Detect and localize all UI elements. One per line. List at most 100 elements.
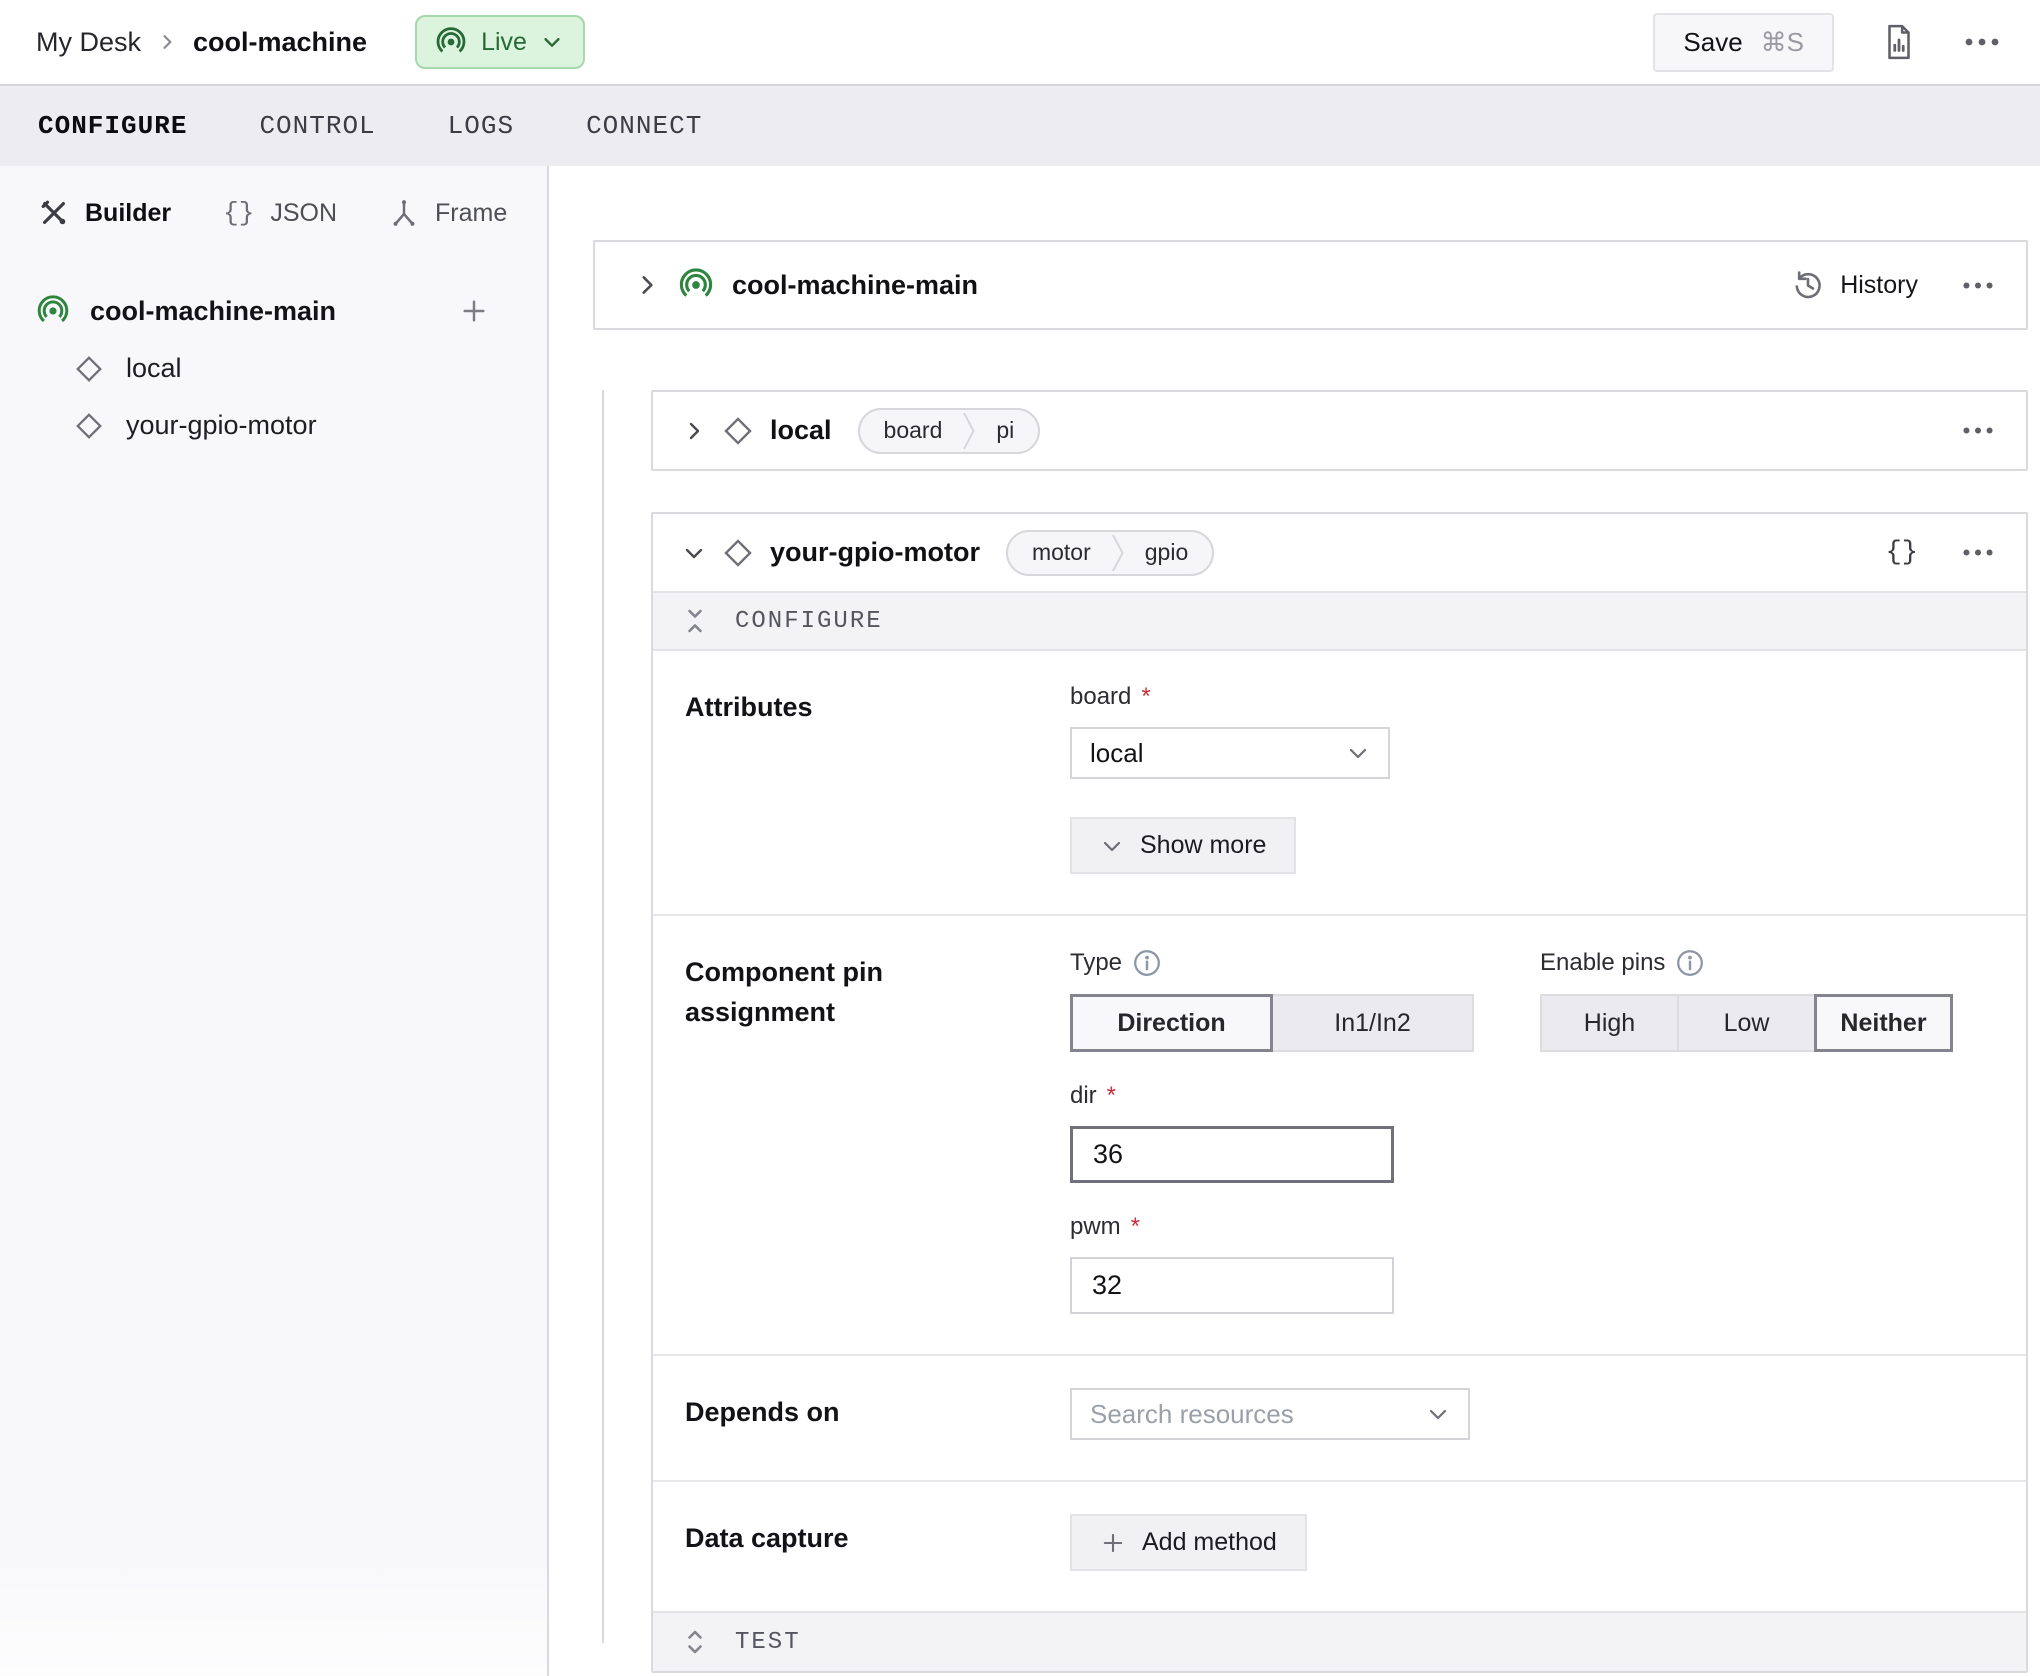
live-status-label: Live (481, 28, 527, 57)
required-marker: * (1131, 1213, 1140, 1241)
frame-axis-icon (389, 198, 419, 228)
data-capture-section-label: Data capture (685, 1518, 930, 1558)
expand-chevron-right-icon[interactable] (682, 419, 706, 443)
add-method-label: Add method (1142, 1528, 1277, 1557)
tab-control[interactable]: CONTROL (259, 111, 375, 141)
enable-pins-field-label: Enable pins (1540, 949, 1665, 977)
resource-type-tag: board pi (858, 408, 1041, 454)
tag-divider-chevron (1111, 530, 1125, 576)
resource-type-tag: motor gpio (1006, 530, 1214, 576)
tree-item-machine-part[interactable]: cool-machine-main (0, 282, 547, 340)
depends-on-placeholder: Search resources (1090, 1399, 1294, 1430)
dir-field-label: dir (1070, 1082, 1097, 1110)
info-icon[interactable] (1132, 948, 1162, 978)
tab-configure[interactable]: CONFIGURE (38, 111, 187, 141)
pin-assignment-row: Component pin assignment Type Direction (653, 914, 2026, 1354)
component-diamond-icon (722, 537, 754, 569)
tree-item-label: local (126, 353, 182, 384)
type-option-direction[interactable]: Direction (1070, 994, 1273, 1052)
live-status-button[interactable]: Live (415, 15, 585, 69)
view-frame[interactable]: Frame (389, 198, 507, 228)
required-marker: * (1107, 1082, 1116, 1110)
required-marker: * (1141, 683, 1150, 711)
machine-report-button[interactable] (1882, 23, 1916, 61)
component-diamond-icon (74, 354, 104, 384)
machine-part-card: cool-machine-main History (593, 240, 2028, 330)
depends-on-section-label: Depends on (685, 1392, 930, 1432)
attributes-row: Attributes board * local (653, 651, 2026, 914)
attributes-section-label: Attributes (685, 687, 930, 727)
data-capture-row: Data capture Add method (653, 1480, 2026, 1611)
resource-menu-button[interactable] (1962, 548, 1994, 557)
show-more-button[interactable]: Show more (1070, 817, 1296, 874)
add-resource-icon[interactable] (459, 296, 489, 326)
ellipsis-icon (1962, 281, 1994, 290)
tree-item-local[interactable]: local (0, 340, 547, 397)
type-toggle-group: Direction In1/In2 (1070, 994, 1474, 1052)
chevron-down-icon (541, 31, 563, 53)
save-button[interactable]: Save ⌘S (1653, 13, 1834, 72)
view-frame-label: Frame (435, 199, 507, 228)
braces-icon: {} (223, 198, 254, 228)
history-label: History (1840, 271, 1918, 300)
ellipsis-icon (1962, 426, 1994, 435)
tree-item-label: your-gpio-motor (126, 410, 317, 441)
test-section-label: TEST (735, 1629, 801, 1656)
machine-menu-button[interactable] (1964, 37, 2000, 47)
tag-divider-chevron (962, 408, 976, 454)
enable-option-low[interactable]: Low (1677, 994, 1816, 1052)
content-area: Builder {} JSON Frame (0, 166, 2040, 1676)
type-option-in1in2[interactable]: In1/In2 (1271, 994, 1474, 1052)
board-select[interactable]: local (1070, 727, 1390, 779)
tab-logs[interactable]: LOGS (448, 111, 514, 141)
collapse-chevron-down-icon[interactable] (682, 541, 706, 565)
tag-model: pi (976, 417, 1038, 444)
component-diamond-icon (722, 415, 754, 447)
view-builder[interactable]: Builder (39, 198, 171, 228)
configure-section-bar: CONFIGURE (653, 591, 2026, 651)
ellipsis-icon (1962, 548, 1994, 557)
pwm-pin-input[interactable] (1070, 1257, 1394, 1314)
tab-connect[interactable]: CONNECT (586, 111, 702, 141)
depends-on-select[interactable]: Search resources (1070, 1388, 1470, 1440)
expand-section-icon[interactable] (683, 1627, 707, 1657)
file-chart-icon (1882, 23, 1916, 61)
component-diamond-icon (74, 411, 104, 441)
resource-menu-button[interactable] (1962, 426, 1994, 435)
view-builder-label: Builder (85, 199, 171, 228)
enable-option-neither[interactable]: Neither (1814, 994, 1953, 1052)
view-switcher: Builder {} JSON Frame (0, 166, 547, 258)
part-resources: local board pi (593, 390, 2028, 1673)
machine-tab-bar: CONFIGURE CONTROL LOGS CONNECT (0, 84, 2040, 166)
board-field-label: board (1070, 683, 1131, 711)
resource-tree: cool-machine-main local your-gpio-motor (0, 282, 547, 454)
local-board-card: local board pi (651, 390, 2028, 471)
resource-card-title: your-gpio-motor (770, 537, 980, 568)
part-card-title: cool-machine-main (732, 270, 978, 301)
breadcrumb-current: cool-machine (193, 27, 367, 58)
tag-model: gpio (1125, 539, 1212, 566)
enable-option-high[interactable]: High (1540, 994, 1679, 1052)
expand-chevron-right-icon[interactable] (634, 272, 660, 298)
configure-sidebar: Builder {} JSON Frame (0, 166, 549, 1676)
breadcrumb: My Desk cool-machine (36, 27, 367, 58)
collapse-section-icon[interactable] (683, 606, 707, 636)
ellipsis-icon (1964, 37, 2000, 47)
tree-item-your-gpio-motor[interactable]: your-gpio-motor (0, 397, 547, 454)
test-section-bar: TEST (653, 1611, 2026, 1671)
top-bar-actions: Save ⌘S (1653, 13, 2000, 72)
tag-type: board (860, 417, 963, 444)
dir-pin-input[interactable] (1070, 1126, 1394, 1183)
part-menu-button[interactable] (1962, 281, 1994, 290)
info-icon[interactable] (1675, 948, 1705, 978)
breadcrumb-root[interactable]: My Desk (36, 27, 141, 58)
view-json[interactable]: {} JSON (223, 198, 337, 228)
view-json-label: JSON (270, 199, 337, 228)
pwm-field-label: pwm (1070, 1213, 1121, 1241)
tools-icon (39, 198, 69, 228)
resource-card-title: local (770, 415, 832, 446)
add-method-button[interactable]: Add method (1070, 1514, 1307, 1571)
history-button[interactable]: History (1792, 269, 1918, 301)
broadcast-icon (678, 267, 714, 303)
code-braces-button[interactable]: {} (1886, 538, 1918, 568)
